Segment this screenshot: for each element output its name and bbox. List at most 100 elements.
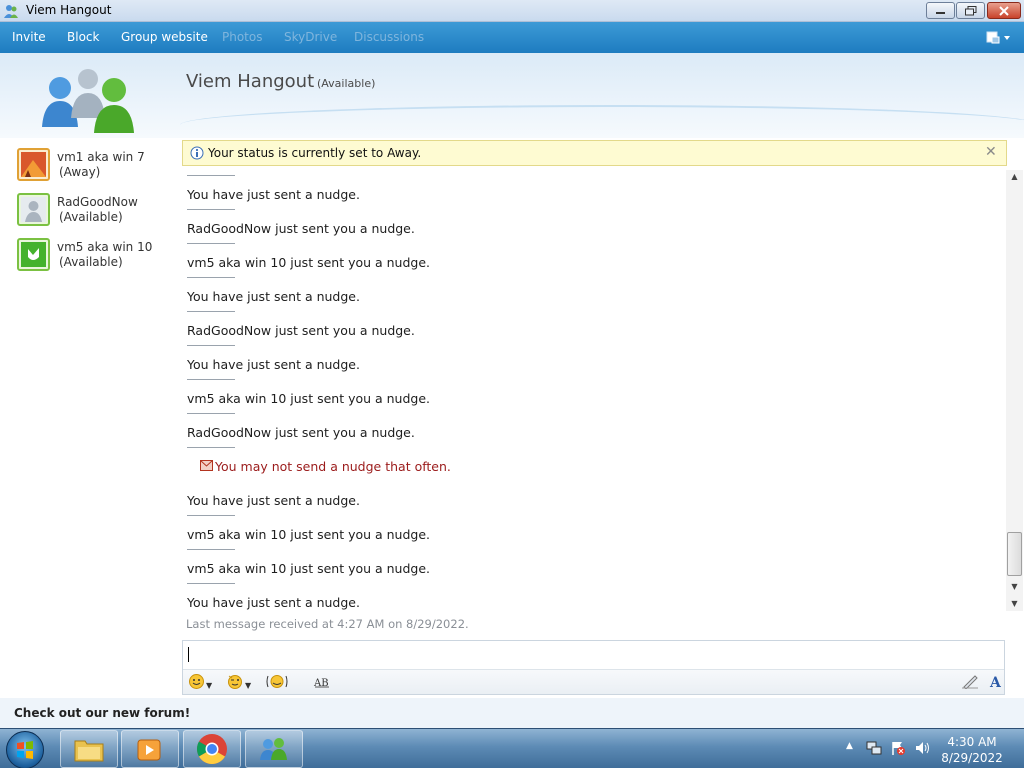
contact-radgoodnow[interactable]: RadGoodNow (Available) bbox=[17, 193, 177, 233]
start-button[interactable] bbox=[6, 731, 44, 768]
svg-text:A: A bbox=[989, 675, 1002, 689]
message-separator bbox=[187, 243, 235, 244]
close-window-button[interactable] bbox=[987, 2, 1021, 19]
action-center-icon[interactable] bbox=[890, 740, 906, 756]
chat-warning-message: You may not send a nudge that often. bbox=[215, 459, 451, 474]
restore-button[interactable] bbox=[956, 2, 985, 19]
contact-name: vm1 aka win 7 bbox=[57, 150, 145, 164]
message-separator bbox=[187, 379, 235, 380]
font-button[interactable]: A bbox=[988, 674, 1004, 691]
header-decoration bbox=[180, 105, 1024, 138]
menu-group-website[interactable]: Group website bbox=[121, 30, 208, 44]
group-avatar-icon bbox=[42, 69, 134, 133]
message-separator bbox=[187, 515, 235, 516]
message-separator bbox=[187, 175, 235, 176]
status-info-message: Your status is currently set to Away. bbox=[208, 146, 422, 160]
scroll-up-arrow-icon[interactable]: ▲ bbox=[1006, 170, 1023, 184]
emoticon-icon bbox=[189, 674, 204, 689]
menu-bar: Invite Block Group website Photos SkyDri… bbox=[0, 22, 1024, 53]
message-separator bbox=[187, 583, 235, 584]
clock-time: 4:30 AM bbox=[947, 735, 997, 749]
taskbar-chrome[interactable] bbox=[183, 730, 241, 768]
close-icon bbox=[999, 5, 1009, 16]
message-separator bbox=[187, 413, 235, 414]
contact-name: RadGoodNow bbox=[57, 195, 138, 209]
forum-link[interactable]: Check out our new forum! bbox=[14, 706, 190, 720]
menu-discussions: Discussions bbox=[354, 30, 425, 44]
conversation-history: You have just sent a nudge. RadGoodNow j… bbox=[182, 170, 1004, 612]
info-icon bbox=[190, 146, 204, 160]
chat-message: RadGoodNow just sent you a nudge. bbox=[187, 425, 415, 440]
text-style-button[interactable]: AB bbox=[313, 674, 331, 691]
scroll-down-arrow-icon[interactable]: ▼ bbox=[1006, 580, 1023, 594]
scrollbar-thumb[interactable] bbox=[1007, 532, 1022, 576]
nudge-button[interactable] bbox=[265, 674, 289, 691]
chat-message: RadGoodNow just sent you a nudge. bbox=[187, 221, 415, 236]
taskbar-media-player[interactable] bbox=[121, 730, 179, 768]
network-icon[interactable] bbox=[866, 740, 882, 756]
chat-message: RadGoodNow just sent you a nudge. bbox=[187, 323, 415, 338]
menu-block[interactable]: Block bbox=[67, 30, 99, 44]
taskbar-explorer[interactable] bbox=[60, 730, 118, 768]
minimize-button[interactable] bbox=[926, 2, 955, 19]
message-separator bbox=[187, 549, 235, 550]
chat-scrollbar[interactable]: ▲ ▼ ▼ bbox=[1006, 170, 1023, 611]
message-separator bbox=[187, 447, 235, 448]
conversation-status: (Available) bbox=[317, 77, 376, 90]
layout-menu-icon[interactable] bbox=[984, 29, 1014, 46]
scroll-end-arrow-icon[interactable]: ▼ bbox=[1006, 597, 1023, 611]
contact-avatar bbox=[17, 193, 50, 226]
contact-status: (Available) bbox=[59, 210, 123, 224]
conversation-title: Viem Hangout bbox=[186, 71, 315, 92]
message-separator bbox=[187, 277, 235, 278]
contact-avatar bbox=[17, 148, 50, 181]
nudge-icon bbox=[266, 675, 288, 688]
leaf-avatar-icon bbox=[21, 242, 46, 267]
message-separator bbox=[187, 209, 235, 210]
wink-icon bbox=[228, 675, 242, 689]
status-info-bar: Your status is currently set to Away. ✕ bbox=[182, 140, 1007, 166]
text-style-icon: AB bbox=[313, 678, 329, 689]
message-compose-box[interactable]: ▼ ▼ AB A bbox=[182, 640, 1005, 695]
message-separator bbox=[187, 345, 235, 346]
messenger-app-icon bbox=[4, 5, 18, 18]
minimize-icon bbox=[935, 11, 945, 14]
default-person-avatar-icon bbox=[21, 197, 46, 222]
windows-explorer-icon bbox=[74, 740, 104, 762]
contact-vm5[interactable]: vm5 aka win 10 (Available) bbox=[17, 238, 177, 278]
chat-message: vm5 aka win 10 just sent you a nudge. bbox=[187, 561, 431, 576]
landscape-avatar-icon bbox=[21, 152, 46, 177]
taskbar-clock[interactable]: 4:30 AM 8/29/2022 bbox=[922, 734, 1022, 766]
contact-status: (Away) bbox=[59, 165, 101, 179]
title-bar: Viem Hangout bbox=[0, 0, 1024, 22]
chrome-icon bbox=[196, 734, 227, 765]
participants-sidebar: vm1 aka win 7 (Away) RadGoodNow (Availab… bbox=[0, 138, 176, 728]
text-cursor bbox=[188, 647, 189, 662]
window-title: Viem Hangout bbox=[26, 3, 112, 17]
handwriting-button[interactable] bbox=[961, 674, 979, 691]
wink-button[interactable]: ▼ bbox=[227, 674, 251, 691]
messenger-icon bbox=[260, 738, 287, 760]
message-separator bbox=[187, 311, 235, 312]
emoticon-button[interactable]: ▼ bbox=[189, 674, 212, 691]
chat-message: You have just sent a nudge. bbox=[187, 289, 360, 304]
chat-message: You have just sent a nudge. bbox=[187, 595, 360, 610]
restore-icon bbox=[964, 5, 976, 15]
chat-message: You have just sent a nudge. bbox=[187, 493, 360, 508]
last-message-timestamp: Last message received at 4:27 AM on 8/29… bbox=[186, 617, 469, 631]
compose-toolbar: ▼ ▼ AB A bbox=[183, 669, 1004, 694]
menu-skydrive: SkyDrive bbox=[284, 30, 338, 44]
nudge-warning-icon bbox=[200, 460, 213, 471]
media-player-icon bbox=[137, 739, 161, 761]
dismiss-info-icon[interactable]: ✕ bbox=[985, 144, 997, 160]
handwriting-icon bbox=[962, 675, 978, 690]
windows-logo-icon bbox=[17, 741, 33, 759]
taskbar-messenger[interactable] bbox=[245, 730, 303, 768]
contact-vm1[interactable]: vm1 aka win 7 (Away) bbox=[17, 148, 177, 188]
show-hidden-icons-icon[interactable]: ▲ bbox=[846, 741, 853, 751]
menu-invite[interactable]: Invite bbox=[12, 30, 46, 44]
chat-message: You have just sent a nudge. bbox=[187, 357, 360, 372]
contact-name: vm5 aka win 10 bbox=[57, 240, 153, 254]
chat-message: vm5 aka win 10 just sent you a nudge. bbox=[187, 391, 431, 406]
font-icon: A bbox=[989, 675, 1002, 691]
